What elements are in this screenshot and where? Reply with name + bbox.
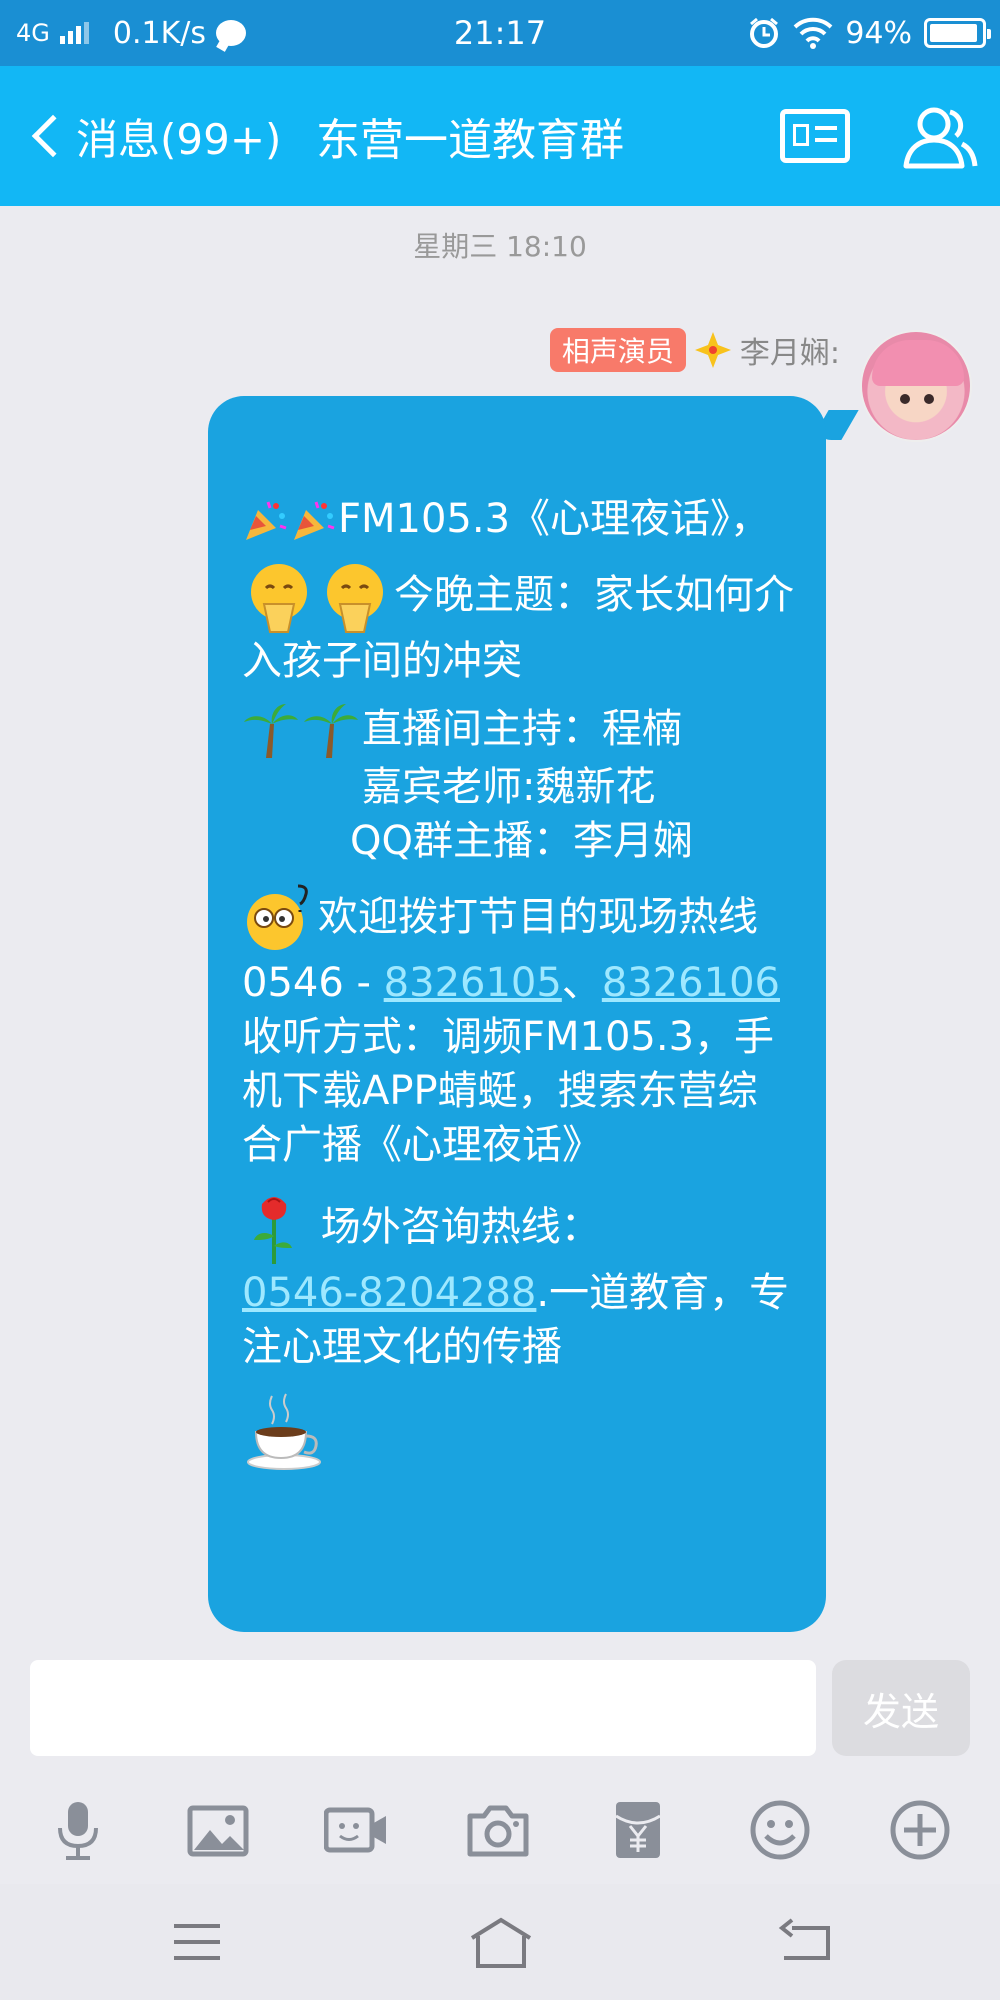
phone-link[interactable]: 8326106 — [602, 960, 780, 1006]
plus-icon[interactable] — [888, 1798, 952, 1862]
image-icon[interactable] — [186, 1798, 250, 1862]
coffee-cup-icon — [247, 1393, 321, 1470]
chevron-left-icon — [31, 114, 75, 158]
sender-avatar[interactable] — [860, 330, 972, 442]
qq-host-text: QQ群主播：李月娴 — [350, 818, 693, 864]
palm-tree-icon — [244, 704, 298, 758]
group-members-icon[interactable] — [900, 104, 978, 170]
palm-tree-icon — [304, 704, 358, 758]
message-timestamp: 星期三 18:10 — [413, 230, 587, 263]
microphone-icon[interactable] — [46, 1798, 110, 1862]
confused-face-emoji — [247, 884, 308, 950]
battery-percent: 94% — [845, 15, 912, 51]
network-speed: 0.1K/s — [112, 15, 206, 51]
clock: 21:17 — [453, 14, 547, 52]
back-nav-icon[interactable] — [770, 1914, 840, 1970]
message-line-hotline: 欢迎拨打节目的现场热线0546 - 8326105、8326106 收听方式：调… — [242, 882, 796, 1172]
message-line-hosts: 直播间主持：程楠 嘉宾老师:魏新花 QQ群主播：李月娴 — [242, 702, 796, 868]
host-text: 直播间主持：程楠 — [362, 706, 682, 752]
menu-icon[interactable] — [162, 1914, 232, 1970]
group-title: 东营一道教育群 — [316, 115, 624, 166]
message-line-title: FM105.3《心理夜话》， — [242, 492, 796, 546]
message-line-topic: 今晚主题：家长如何介入孩子间的冲突 — [242, 560, 796, 688]
message-line-end — [242, 1388, 796, 1472]
red-packet-icon[interactable] — [606, 1798, 670, 1862]
sparkle-icon — [694, 332, 731, 368]
separator-text: 、 — [561, 960, 602, 1006]
chat-header: 消息(99+) 东营一道教育群 — [0, 66, 1000, 206]
network-type: 4G — [16, 19, 50, 47]
camera-icon[interactable] — [466, 1798, 530, 1862]
guest-text: 嘉宾老师:魏新花 — [362, 764, 656, 810]
status-bar: 4G 0.1K/s 21:17 94% — [0, 0, 1000, 66]
battery-icon — [924, 18, 991, 48]
sender-name[interactable]: 李月娴: — [740, 328, 840, 372]
back-button[interactable]: 消息(99+) — [28, 66, 281, 206]
member-title-badge: 相声演员 — [549, 328, 686, 372]
party-popper-icon — [246, 501, 287, 540]
message-notification-icon — [216, 20, 246, 46]
phone-link[interactable]: 0546-8204288 — [242, 1270, 536, 1316]
video-call-icon[interactable] — [324, 1798, 388, 1862]
listen-method-text: 收听方式：调频FM105.3，手机下载APP蜻蜓，搜索东营综合广播《心理夜话》 — [242, 1014, 775, 1168]
system-navigation-bar — [0, 1884, 1000, 2000]
pray-face-emoji — [327, 564, 383, 633]
input-toolbar — [0, 1780, 1000, 1880]
pray-face-emoji — [251, 564, 307, 633]
consult-text: 场外咨询热线： — [320, 1204, 601, 1250]
emoji-icon[interactable] — [748, 1798, 812, 1862]
signal-icon — [59, 22, 89, 44]
send-button[interactable]: 发送 — [832, 1660, 970, 1756]
alarm-icon — [750, 17, 779, 48]
message-input[interactable] — [30, 1660, 816, 1756]
home-icon[interactable] — [466, 1914, 536, 1970]
message-bubble[interactable]: FM105.3《心理夜话》， 今晚主题：家长如何介入孩子间的冲突 直播间主持：程… — [208, 396, 826, 1632]
group-profile-button[interactable] — [780, 109, 850, 163]
message-line-consult: 场外咨询热线： 0546-8204288.一道教育，专注心理文化的传播 — [242, 1192, 796, 1374]
rose-icon — [254, 1197, 292, 1264]
program-name-text: FM105.3《心理夜话》， — [338, 496, 771, 542]
sender-info: 相声演员 李月娴: — [549, 328, 840, 372]
back-label: 消息(99+) — [76, 114, 282, 164]
phone-link[interactable]: 8326105 — [384, 960, 562, 1006]
wifi-icon — [793, 17, 833, 49]
party-popper-icon — [294, 501, 335, 540]
